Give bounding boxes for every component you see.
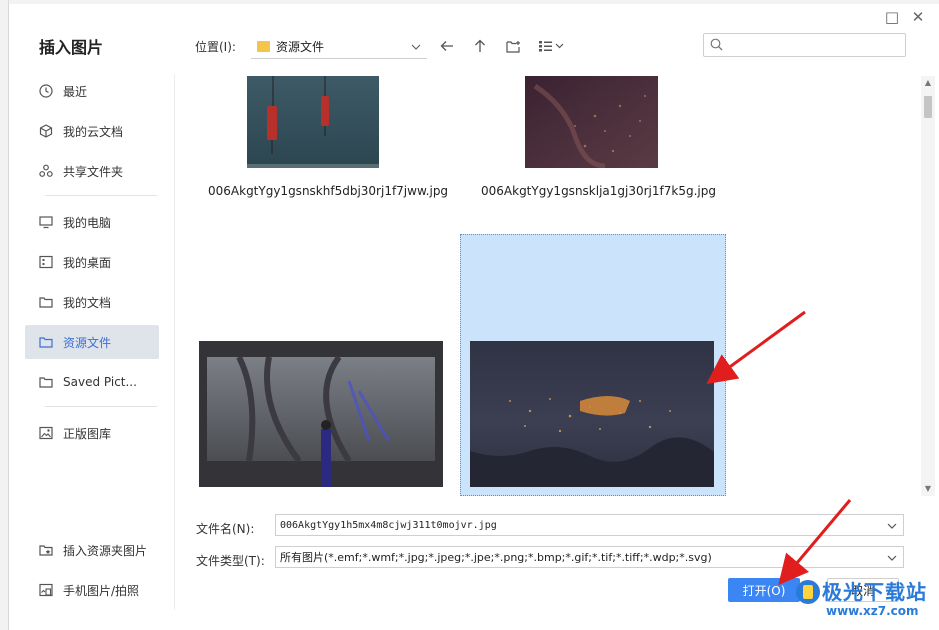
sidebar-item-label: 共享文件夹 <box>63 164 124 179</box>
desktop-icon <box>39 255 53 269</box>
sidebar-item-label: 资源文件 <box>63 335 112 350</box>
sidebar-item-label: 我的云文档 <box>63 124 124 139</box>
watermark-url: www.xz7.com <box>826 604 919 618</box>
share-icon <box>39 164 53 178</box>
folder-icon <box>39 295 53 309</box>
sidebar-item-my-documents[interactable]: 我的文档 <box>25 285 159 319</box>
site-watermark: 极光下载站 www.xz7.com <box>796 574 936 628</box>
sidebar-item-resource-files[interactable]: 资源文件 <box>25 325 159 359</box>
sidebar-item-label: 我的电脑 <box>63 215 112 230</box>
file-thumbnail-3[interactable] <box>199 341 443 487</box>
new-folder-icon[interactable] <box>503 36 523 56</box>
star-folder-icon <box>39 543 53 557</box>
monitor-icon <box>39 215 53 229</box>
scroll-down-icon[interactable]: ▼ <box>921 482 935 496</box>
file-thumbnail-2[interactable] <box>525 76 658 169</box>
filename-value[interactable]: 006AkgtYgy1h5mx4m8cjwj311t0mojvr.jpg <box>276 520 887 531</box>
sidebar-item-recent[interactable]: 最近 <box>25 74 159 108</box>
chevron-down-icon[interactable] <box>887 518 903 532</box>
folder-icon <box>257 40 270 52</box>
open-button[interactable]: 打开(O) <box>728 578 800 602</box>
watermark-logo-icon <box>796 580 820 604</box>
maximize-icon[interactable]: □ <box>883 8 901 26</box>
dialog-title: 插入图片 <box>39 38 104 57</box>
file-grid: 006AkgtYgy1gsnskhf5dbj30rj1f7jww.jpg 006… <box>175 76 921 496</box>
filename-label: 文件名(N): <box>196 522 255 536</box>
phone-photo-icon <box>39 583 53 597</box>
back-arrow-icon[interactable] <box>437 36 457 56</box>
sidebar-item-shared-folder[interactable]: 共享文件夹 <box>25 154 159 188</box>
sidebar-item-my-desktop[interactable]: 我的桌面 <box>25 245 159 279</box>
file-name-1[interactable]: 006AkgtYgy1gsnskhf5dbj30rj1f7jww.jpg <box>208 184 448 198</box>
sidebar-divider <box>45 195 157 196</box>
location-value: 资源文件 <box>276 39 325 54</box>
filetype-label: 文件类型(T): <box>196 554 265 568</box>
sidebar-item-label: Saved Pict... <box>63 375 137 389</box>
search-icon <box>710 38 723 54</box>
view-mode-icon[interactable] <box>537 36 567 56</box>
file-thumbnail-4[interactable] <box>470 341 714 487</box>
filetype-select[interactable]: 所有图片(*.emf;*.wmf;*.jpg;*.jpeg;*.jpe;*.pn… <box>275 546 904 568</box>
sidebar-item-label: 我的文档 <box>63 295 112 310</box>
chevron-down-icon[interactable] <box>887 550 903 564</box>
scroll-up-icon[interactable]: ▲ <box>921 76 935 90</box>
folder-icon <box>39 335 53 349</box>
chevron-down-icon <box>411 39 423 53</box>
sidebar-item-my-computer[interactable]: 我的电脑 <box>25 205 159 239</box>
clock-icon <box>39 84 53 98</box>
filename-field[interactable]: 006AkgtYgy1h5mx4m8cjwj311t0mojvr.jpg <box>275 514 904 536</box>
image-gallery-icon <box>39 426 53 440</box>
sidebar-item-label: 手机图片/拍照 <box>63 583 140 598</box>
folder-icon <box>39 375 53 389</box>
insert-picture-dialog: 插入图片 □ ✕ 最近 我的云文档 共享文件夹 我的电脑 我的桌面 我的文档 资… <box>8 4 939 630</box>
filetype-value[interactable]: 所有图片(*.emf;*.wmf;*.jpg;*.jpeg;*.jpe;*.pn… <box>276 549 887 565</box>
location-label: 位置(I): <box>195 40 236 54</box>
sidebar-item-cloud-docs[interactable]: 我的云文档 <box>25 114 159 148</box>
search-input[interactable] <box>728 36 902 56</box>
vertical-scrollbar[interactable]: ▲ ▼ <box>921 76 935 496</box>
cloud-cube-icon <box>39 124 53 138</box>
sidebar-item-saved-pictures[interactable]: Saved Pict... <box>25 365 159 399</box>
up-arrow-icon[interactable] <box>470 36 490 56</box>
file-thumbnail-1[interactable] <box>247 76 379 168</box>
sidebar-item-label: 插入资源夹图片 <box>63 543 148 558</box>
sidebar-item-insert-resource-folder[interactable]: 插入资源夹图片 <box>25 533 159 567</box>
sidebar-item-phone-photos[interactable]: 手机图片/拍照 <box>25 573 159 607</box>
sidebar-item-label: 最近 <box>63 84 88 99</box>
scrollbar-thumb[interactable] <box>924 96 932 118</box>
sidebar-divider <box>45 406 157 407</box>
search-box[interactable] <box>703 33 906 57</box>
watermark-title: 极光下载站 <box>822 580 927 604</box>
sidebar-item-label: 正版图库 <box>63 426 112 441</box>
location-dropdown[interactable]: 资源文件 <box>251 34 427 59</box>
file-name-2[interactable]: 006AkgtYgy1gsnsklja1gj30rj1f7k5g.jpg <box>481 184 716 198</box>
close-icon[interactable]: ✕ <box>909 8 927 26</box>
sidebar-item-gallery[interactable]: 正版图库 <box>25 416 159 450</box>
sidebar-item-label: 我的桌面 <box>63 255 112 270</box>
